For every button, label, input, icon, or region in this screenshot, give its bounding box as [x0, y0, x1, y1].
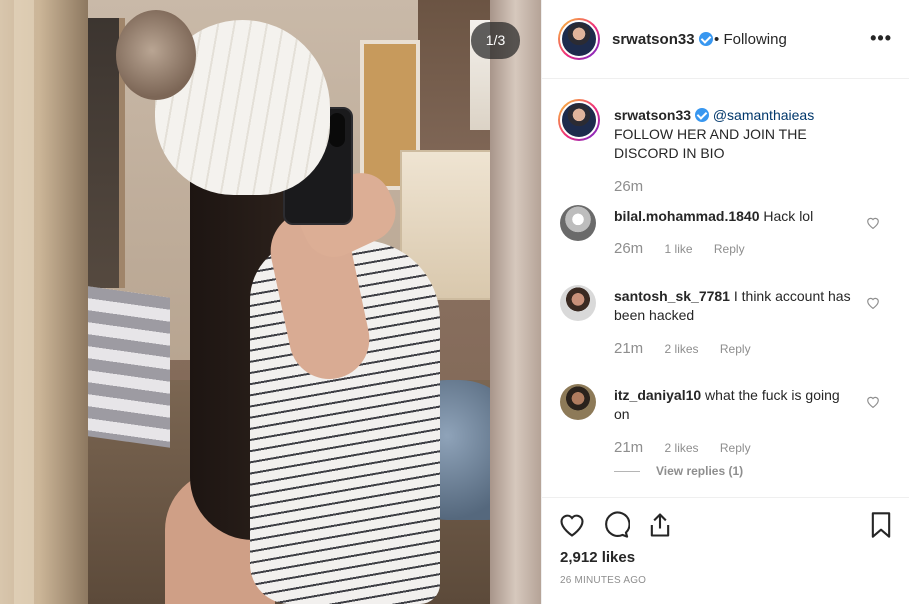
comment-body: Hack lol [763, 208, 814, 224]
comment-likes[interactable]: 2 likes [665, 342, 699, 356]
header-username-text[interactable]: srwatson33 [612, 31, 695, 48]
photo-pompom [116, 10, 196, 100]
comment-reply-button[interactable]: Reply [714, 242, 745, 256]
comment-text: santosh_sk_7781 I think account has been… [614, 287, 854, 325]
avatar-image [560, 101, 598, 139]
comment-username[interactable]: santosh_sk_7781 [614, 288, 730, 304]
image-counter: 1/3 [471, 22, 520, 59]
photo-curtain [490, 0, 541, 604]
commenter-avatar[interactable] [560, 205, 596, 241]
comment-reply-button[interactable]: Reply [720, 441, 751, 455]
caption-text: srwatson33 @samanthaieas FOLLOW HER AND … [614, 106, 854, 163]
verified-badge-icon [694, 108, 709, 122]
comment-text: bilal.mohammad.1840 Hack lol [614, 207, 854, 226]
header-avatar[interactable] [558, 18, 600, 60]
view-replies-button[interactable]: View replies (1) [614, 464, 743, 478]
comment-reply-button[interactable]: Reply [720, 342, 751, 356]
avatar-image [560, 20, 598, 58]
follow-separator: • [714, 31, 720, 48]
caption-mention-link[interactable]: @samanthaieas [713, 107, 814, 123]
more-options-icon[interactable]: ••• [870, 28, 892, 49]
verified-badge-icon [698, 32, 713, 46]
comment-likes[interactable]: 1 like [665, 242, 693, 256]
comment-likes[interactable]: 2 likes [665, 441, 699, 455]
comment-icon[interactable] [602, 511, 630, 539]
caption-meta: 26m [614, 178, 661, 195]
post-timestamp[interactable]: 26 MINUTES AGO [560, 575, 646, 586]
post-header: srwatson33 • Following ••• [542, 0, 909, 79]
comment-meta: 21m 2 likes Reply [614, 340, 769, 357]
comment-username[interactable]: bilal.mohammad.1840 [614, 208, 760, 224]
photo-mirror-frame-highlight [14, 0, 34, 604]
caption-avatar[interactable] [558, 99, 600, 141]
view-replies-divider [614, 471, 640, 473]
view-replies-label[interactable]: View replies (1) [656, 464, 743, 478]
comment-meta: 21m 2 likes Reply [614, 439, 769, 456]
caption-username[interactable]: srwatson33 [614, 107, 691, 123]
comment-meta: 26m 1 like Reply [614, 240, 763, 257]
comments-list[interactable]: srwatson33 @samanthaieas FOLLOW HER AND … [542, 79, 909, 497]
share-icon[interactable] [646, 511, 674, 539]
commenter-avatar[interactable] [560, 285, 596, 321]
comment-like-heart-icon[interactable] [866, 296, 880, 309]
caption-time[interactable]: 26m [614, 178, 643, 195]
comment-text: itz_daniyal10 what the fuck is going on [614, 386, 854, 424]
likes-count[interactable]: 2,912 likes [560, 549, 635, 566]
bookmark-icon[interactable] [867, 511, 895, 539]
heart-icon[interactable] [558, 511, 586, 539]
follow-button[interactable]: Following [723, 31, 786, 48]
caption-body: FOLLOW HER AND JOIN THE DISCORD IN BIO [614, 126, 807, 161]
post-photo[interactable]: 1/3 [0, 0, 541, 604]
comment-time[interactable]: 26m [614, 240, 643, 257]
post-side-panel: srwatson33 • Following ••• srwatson33 @s… [541, 0, 909, 604]
comment-username[interactable]: itz_daniyal10 [614, 387, 701, 403]
commenter-avatar[interactable] [560, 384, 596, 420]
post-actions: 2,912 likes 26 MINUTES AGO [542, 497, 909, 604]
photo-phone-camera [329, 113, 345, 147]
follow-status[interactable]: • Following [714, 31, 787, 48]
comment-like-heart-icon[interactable] [866, 395, 880, 408]
comment-like-heart-icon[interactable] [866, 216, 880, 229]
comment-time[interactable]: 21m [614, 340, 643, 357]
header-username[interactable]: srwatson33 [612, 31, 713, 48]
comment-time[interactable]: 21m [614, 439, 643, 456]
